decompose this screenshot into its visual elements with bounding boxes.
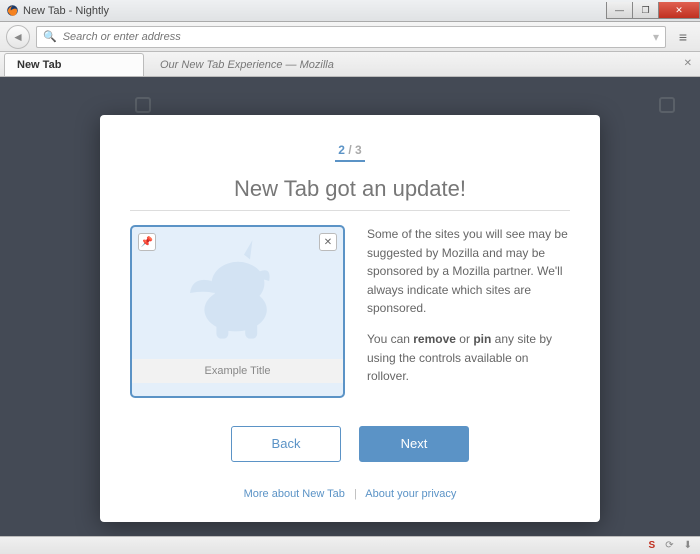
tab-background[interactable]: Our New Tab Experience — Mozilla: [152, 53, 342, 76]
url-input[interactable]: [63, 31, 647, 43]
modal-heading: New Tab got an update!: [130, 176, 570, 202]
pin-icon[interactable]: 📌: [138, 233, 156, 251]
modal-description: Some of the sites you will see may be su…: [367, 225, 570, 398]
tile-placeholder: [659, 97, 675, 113]
status-s-icon[interactable]: S: [649, 540, 656, 551]
unicorn-icon: [178, 233, 298, 353]
status-download-icon[interactable]: ⬇: [684, 540, 692, 551]
nav-back-button[interactable]: ◄: [6, 25, 30, 49]
window-title: New Tab - Nightly: [23, 5, 109, 17]
window-titlebar: New Tab - Nightly — ❐ ✕: [0, 0, 700, 22]
url-bar[interactable]: 🔍 ▾: [36, 26, 666, 48]
firefox-icon: [6, 4, 19, 17]
nav-toolbar: ◄ 🔍 ▾ ≡: [0, 22, 700, 52]
more-about-link[interactable]: More about New Tab: [244, 488, 345, 500]
hamburger-menu-button[interactable]: ≡: [672, 26, 694, 48]
next-button[interactable]: Next: [359, 426, 469, 462]
onboarding-modal: 2 / 3 New Tab got an update! 📌 ✕: [100, 115, 600, 522]
tab-strip: New Tab Our New Tab Experience — Mozilla…: [0, 52, 700, 77]
search-icon: 🔍: [43, 30, 57, 43]
close-icon[interactable]: ✕: [319, 233, 337, 251]
maximize-button[interactable]: ❐: [632, 2, 659, 19]
link-separator: |: [354, 488, 357, 500]
divider: [130, 210, 570, 211]
tab-active[interactable]: New Tab: [4, 53, 144, 76]
back-button[interactable]: Back: [231, 426, 341, 462]
example-tile: 📌 ✕ Example Title: [130, 225, 345, 398]
tile-placeholder: [135, 97, 151, 113]
privacy-link[interactable]: About your privacy: [365, 488, 456, 500]
content-area: 2 / 3 New Tab got an update! 📌 ✕: [0, 77, 700, 536]
tabstrip-close-icon[interactable]: ✕: [684, 58, 692, 69]
bookmark-star-icon[interactable]: ▾: [653, 30, 659, 44]
status-refresh-icon[interactable]: ⟳: [665, 540, 673, 551]
minimize-button[interactable]: —: [606, 2, 633, 19]
status-bar: S ⟳ ⬇: [0, 536, 700, 554]
window-close-button[interactable]: ✕: [658, 2, 700, 19]
step-indicator: 2 / 3: [335, 143, 364, 162]
example-tile-title: Example Title: [132, 359, 343, 383]
